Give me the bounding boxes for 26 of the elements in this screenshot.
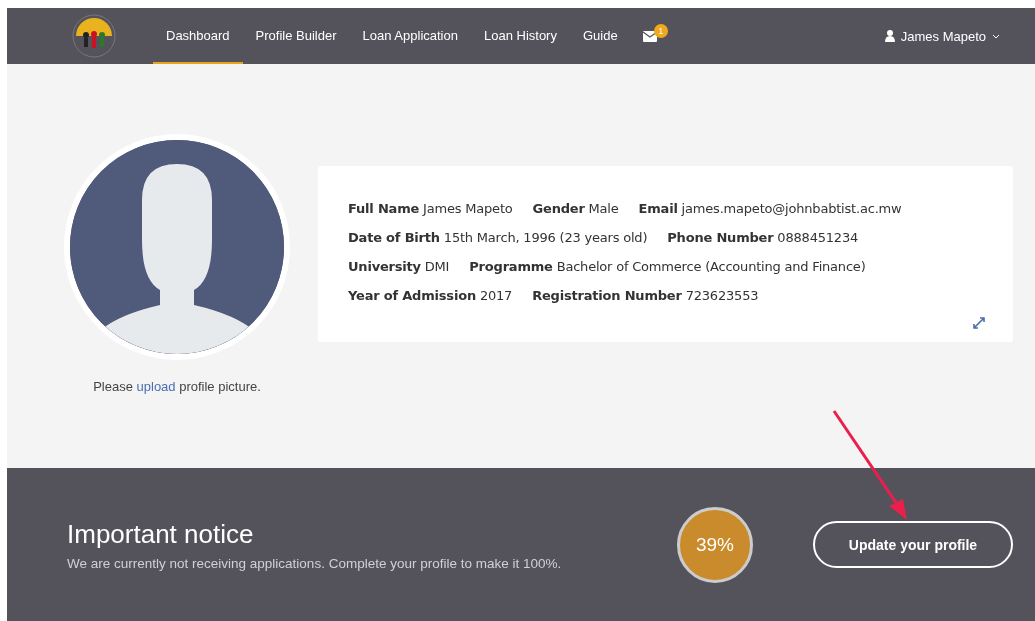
profile-field: Gender Male: [532, 201, 619, 216]
profile-field: Date of Birth 15th March, 1996 (23 years old): [348, 230, 648, 245]
upload-link[interactable]: upload: [136, 379, 176, 394]
upload-prompt: Please upload profile picture.: [93, 379, 261, 394]
message-count-badge: 1: [653, 24, 668, 38]
user-menu[interactable]: James Mapeto: [884, 28, 1000, 44]
expand-icon[interactable]: [973, 317, 985, 329]
notice-text: We are currently not receiving applications. Complete your profile to make it 100%.: [67, 555, 563, 571]
notice-title: Important notice: [67, 518, 255, 550]
user-icon: [884, 30, 895, 42]
nav-tab[interactable]: Profile Builder: [242, 8, 350, 64]
profile-field: Registration Number 723623553: [532, 288, 759, 303]
profile-field: Programme Bachelor of Commerce (Accounting and Finance): [469, 259, 866, 274]
logo-icon: [71, 13, 117, 59]
profile-field: Year of Admission 2017: [348, 288, 513, 303]
chevron-down-icon: [992, 33, 1000, 39]
nav-tab[interactable]: Loan Application: [349, 8, 471, 64]
profile-field: Email james.mapeto@johnbabtist.ac.mw: [638, 201, 902, 216]
profile-field: Phone Number 0888451234: [667, 230, 859, 245]
nav-tab[interactable]: Guide: [569, 8, 631, 64]
update-profile-button[interactable]: Update your profile: [813, 521, 1013, 568]
profile-field: Full Name James Mapeto: [348, 201, 513, 216]
completion-circle: 39%: [677, 506, 753, 583]
profile-field: University DMI: [348, 259, 450, 274]
nav-tab[interactable]: Loan History: [470, 8, 570, 64]
envelope-icon[interactable]: [642, 30, 657, 42]
